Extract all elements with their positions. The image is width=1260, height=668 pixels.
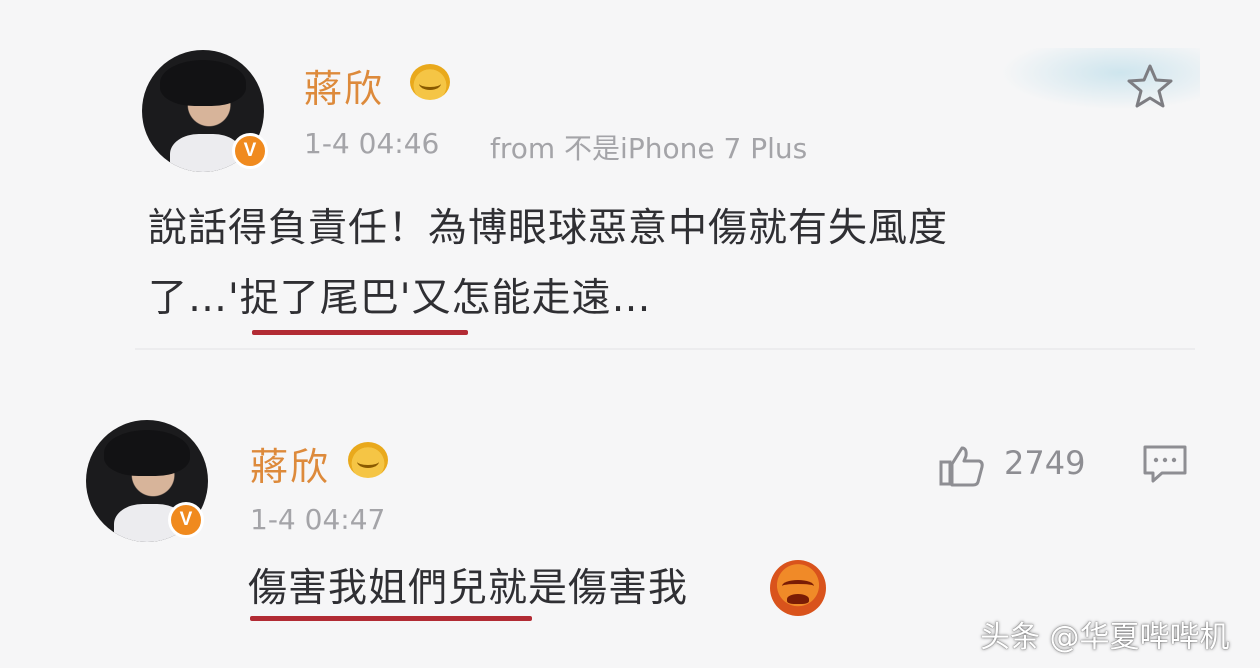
comment-text-highlight: 傷害我姐們兒: [248, 566, 489, 611]
comment-icon[interactable]: [1142, 444, 1188, 484]
post-timestamp: 1-4 04:46: [304, 127, 440, 160]
comment-text-end: 就是傷害我: [488, 566, 689, 611]
post-verified-badge: V: [232, 133, 268, 169]
crown-emoji-icon: [348, 442, 388, 478]
post-text-line2: 了…'捉了尾巴'又怎能走遠…: [148, 268, 651, 330]
post-divider: [135, 348, 1195, 350]
comment-timestamp: 1-4 04:47: [250, 503, 386, 536]
crown-emoji-icon: [410, 64, 450, 100]
post-text-line1: 說話得負責任！為博眼球惡意中傷就有失風度: [148, 206, 949, 251]
post-source: from 不是iPhone 7 Plus: [490, 132, 808, 165]
comment-author-name[interactable]: 蔣欣: [250, 436, 330, 491]
post-text-start: 了…: [148, 276, 229, 321]
weibo-screenshot: V 蔣欣 1-4 04:46 from 不是iPhone 7 Plus 說話得負…: [0, 0, 1260, 668]
post-highlight-underline: [252, 330, 468, 335]
like-icon[interactable]: [938, 444, 986, 488]
angry-emoji-icon: [770, 560, 826, 616]
comment-highlight-underline: [250, 616, 532, 621]
post-author-name[interactable]: 蔣欣: [304, 58, 384, 113]
post-text-end: 又怎能走遠…: [411, 276, 652, 321]
like-count: 2749: [1004, 444, 1086, 482]
post-text-highlight: '捉了尾巴': [228, 276, 412, 321]
comment-verified-badge: V: [168, 502, 204, 538]
star-icon[interactable]: [1124, 62, 1176, 110]
comment-text: 傷害我姐們兒就是傷害我: [248, 558, 688, 620]
watermark: 头条 @华夏哔哔机: [980, 620, 1230, 655]
